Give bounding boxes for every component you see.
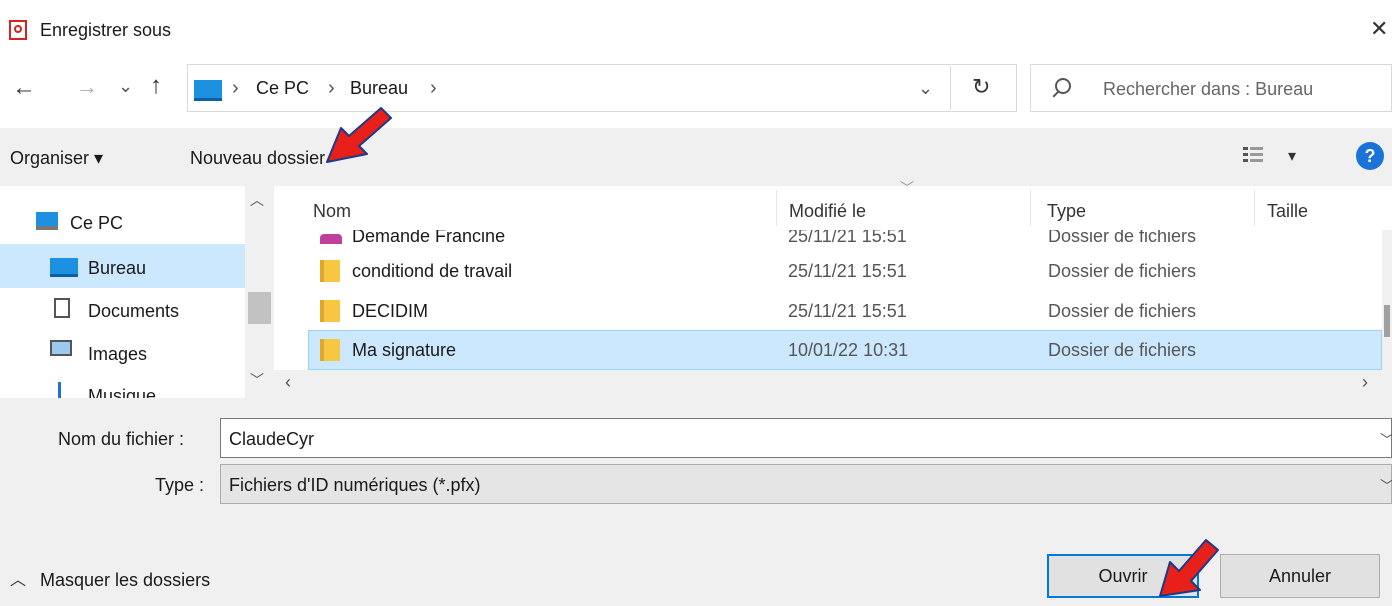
file-list-vertical-scrollbar[interactable] — [1382, 230, 1392, 370]
desktop-location-icon — [194, 80, 222, 101]
sidebar-item-ce-pc[interactable]: Ce PC — [70, 213, 123, 234]
file-type-value[interactable]: Fichiers d'ID numériques (*.pfx) — [229, 475, 481, 496]
back-arrow-icon[interactable]: ← — [12, 74, 36, 102]
images-icon — [50, 340, 72, 356]
file-modified: 25/11/21 15:51 — [788, 261, 907, 281]
file-modified: 10/01/22 10:31 — [788, 340, 909, 360]
window-title: Enregistrer sous — [40, 20, 172, 40]
shared-folder-icon — [320, 234, 342, 244]
header-divider — [1254, 190, 1255, 226]
forward-arrow-icon[interactable]: → — [76, 74, 98, 100]
new-folder-button[interactable]: Nouveau dossier — [190, 148, 325, 169]
type-label: Type : — [155, 475, 205, 495]
breadcrumb-separator: › — [232, 77, 239, 99]
view-dropdown-icon[interactable]: ▾ — [1288, 146, 1296, 166]
pdf-app-icon — [9, 20, 27, 40]
search-input[interactable]: Rechercher dans : Bureau — [1103, 79, 1313, 100]
folder-icon — [320, 260, 340, 282]
filename-label: Nom du fichier : — [58, 429, 185, 449]
sort-indicator-icon: ﹀ — [900, 180, 914, 196]
column-header-name[interactable]: Nom — [313, 201, 351, 222]
type-dropdown-icon[interactable]: ﹀ — [1380, 476, 1392, 496]
filename-field[interactable] — [220, 418, 1392, 458]
annotation-arrow-new-folder — [326, 107, 392, 163]
list-item-selected[interactable]: Ma signature 10/01/22 10:31 Dossier de f… — [308, 330, 1382, 370]
view-options-icon[interactable] — [1243, 146, 1263, 164]
file-list-vertical-thumb[interactable] — [1384, 305, 1390, 337]
list-item[interactable]: conditiond de travail 25/11/21 15:51 Dos… — [308, 252, 1382, 290]
folder-icon — [320, 300, 340, 322]
desktop-icon — [50, 258, 78, 277]
filename-value[interactable]: ClaudeCyr — [229, 429, 314, 450]
sidebar-scroll-up-icon[interactable]: ︿ — [250, 190, 264, 210]
file-list-horizontal-scrollbar[interactable] — [274, 370, 1392, 398]
documents-icon — [54, 298, 70, 318]
music-icon — [58, 382, 61, 398]
hide-folders-button[interactable]: Masquer les dossiers — [40, 570, 210, 591]
column-header-size[interactable]: Taille — [1267, 201, 1308, 222]
filename-dropdown-icon[interactable]: ﹀ — [1380, 430, 1392, 450]
up-arrow-icon[interactable]: ↑ — [150, 72, 162, 100]
file-type: Dossier de fichiers — [1048, 301, 1197, 321]
breadcrumb-bureau[interactable]: Bureau — [350, 78, 408, 99]
annotation-arrow-open — [1159, 539, 1219, 597]
column-header-modified[interactable]: Modifié le — [789, 201, 866, 222]
file-name: DECIDIM — [352, 301, 428, 321]
breadcrumb-ce-pc[interactable]: Ce PC — [256, 78, 309, 99]
list-item[interactable]: DECIDIM 25/11/21 15:51 Dossier de fichie… — [308, 292, 1382, 330]
close-icon[interactable]: ✕ — [1370, 16, 1388, 42]
pc-icon — [36, 212, 58, 230]
address-dropdown-icon[interactable]: ⌄ — [918, 78, 933, 99]
chevron-up-icon[interactable]: ︿ — [10, 566, 26, 590]
scroll-right-icon[interactable]: › — [1362, 372, 1368, 393]
cancel-button[interactable]: Annuler — [1220, 554, 1380, 598]
scroll-left-icon[interactable]: ‹ — [285, 372, 291, 393]
file-type: Dossier de fichiers — [1048, 261, 1197, 281]
file-name: Ma signature — [352, 340, 457, 360]
title-bar — [0, 0, 1392, 60]
file-type: Dossier de fichiers — [1048, 340, 1197, 360]
help-icon[interactable]: ? — [1356, 142, 1384, 170]
sidebar-item-images[interactable]: Images — [88, 344, 147, 365]
header-divider — [776, 190, 777, 226]
sidebar-scrollbar-thumb[interactable] — [248, 292, 271, 324]
recent-locations-icon[interactable]: ⌄ — [118, 76, 133, 97]
refresh-icon[interactable]: ↻ — [972, 74, 990, 100]
address-bar[interactable] — [187, 64, 1017, 112]
header-divider — [1030, 190, 1031, 226]
file-modified: 25/11/21 15:51 — [788, 301, 907, 321]
breadcrumb-separator: › — [328, 77, 335, 99]
sidebar-item-documents[interactable]: Documents — [88, 301, 179, 322]
organize-button[interactable]: Organiser ▾ — [10, 148, 103, 169]
sidebar-scroll-down-icon[interactable]: ﹀ — [250, 370, 264, 390]
column-header-type[interactable]: Type — [1047, 201, 1086, 222]
sidebar-item-bureau[interactable]: Bureau — [88, 258, 146, 279]
folder-icon — [320, 339, 340, 361]
breadcrumb-separator: › — [430, 77, 437, 99]
file-name: conditiond de travail — [352, 261, 513, 281]
address-divider — [950, 66, 951, 110]
